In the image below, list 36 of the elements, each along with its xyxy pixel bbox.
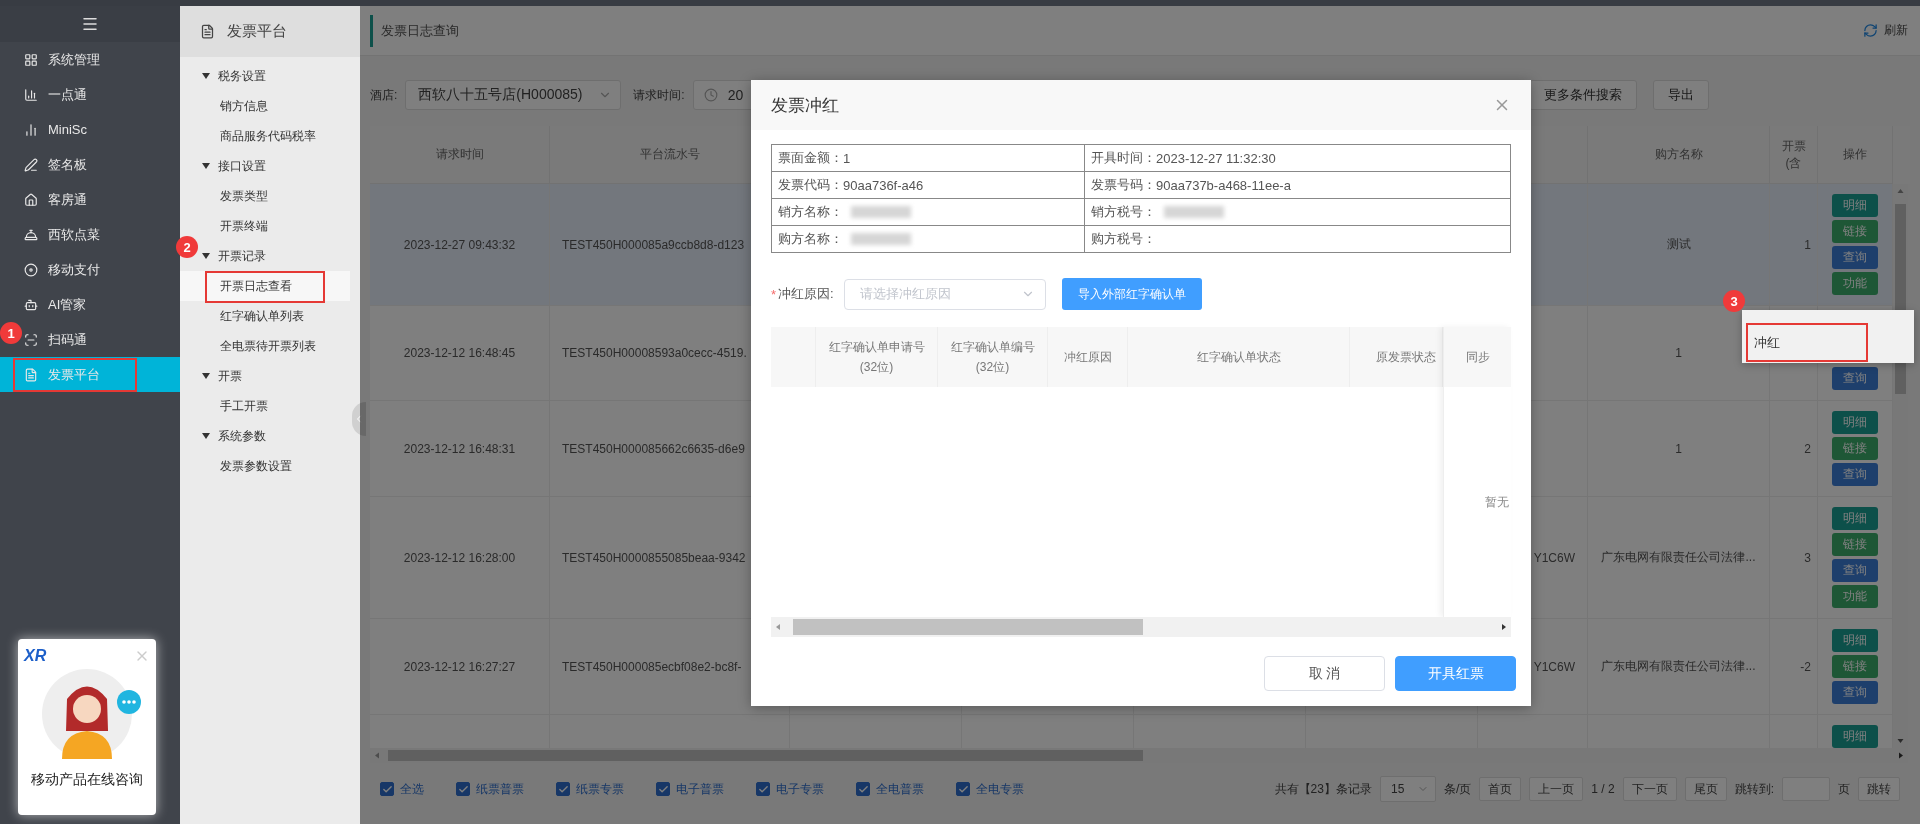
column-header: 同步 <box>1444 327 1511 387</box>
column-header: 红字确认单状态 <box>1128 327 1350 387</box>
field-value: 90aa736f-a46 <box>843 177 924 193</box>
checkbox-label: 全电普票 <box>876 780 924 798</box>
page-unit: 页 <box>1838 780 1850 798</box>
jump-label: 跳转到: <box>1734 780 1774 798</box>
step-badge: 1 <box>0 322 22 344</box>
checkbox-label: 电子普票 <box>676 780 724 798</box>
column-header: 红字确认单申请号(32位) <box>816 327 938 387</box>
logo: XR <box>24 647 47 665</box>
field-label: 购方税号： <box>1091 230 1156 248</box>
checkbox-label: 纸票专票 <box>576 780 624 798</box>
column-header: 冲红原因 <box>1048 327 1128 387</box>
step-badge: 2 <box>176 236 198 258</box>
field-label: 请求时间: <box>633 86 685 104</box>
column-header: 原发票状态 <box>1350 327 1443 387</box>
submenu-title: 发票平台 <box>227 22 287 41</box>
record-count: 共有【23】条记录 <box>1274 780 1372 798</box>
field-label: 销方税号： <box>1091 203 1156 221</box>
checkbox-label: 电子专票 <box>776 780 824 798</box>
page-title: 发票日志查询 <box>381 21 459 40</box>
field-value: 1 <box>843 150 851 166</box>
chat-label: 移动产品在线咨询 <box>31 771 143 789</box>
column-header: 红字确认单编号(32位) <box>938 327 1048 387</box>
page-indicator: 1 / 2 <box>1591 782 1615 796</box>
checkbox-label: 纸票普票 <box>476 780 524 798</box>
field-value: 2023-12-27 11:32:30 <box>1156 150 1276 166</box>
checkbox-label: 全电专票 <box>976 780 1024 798</box>
field-value: 90aa737b-a468-11ee-a <box>1156 177 1291 193</box>
dialog-title: 发票冲红 <box>771 94 839 117</box>
field-label: 酒店: <box>370 86 398 104</box>
field-label: 发票号码： <box>1091 176 1156 194</box>
required-mark: * <box>771 286 777 302</box>
field-label: 开具时间： <box>1091 149 1156 167</box>
checkbox-label: 全选 <box>400 780 424 798</box>
page-size-label: 条/页 <box>1443 780 1472 798</box>
